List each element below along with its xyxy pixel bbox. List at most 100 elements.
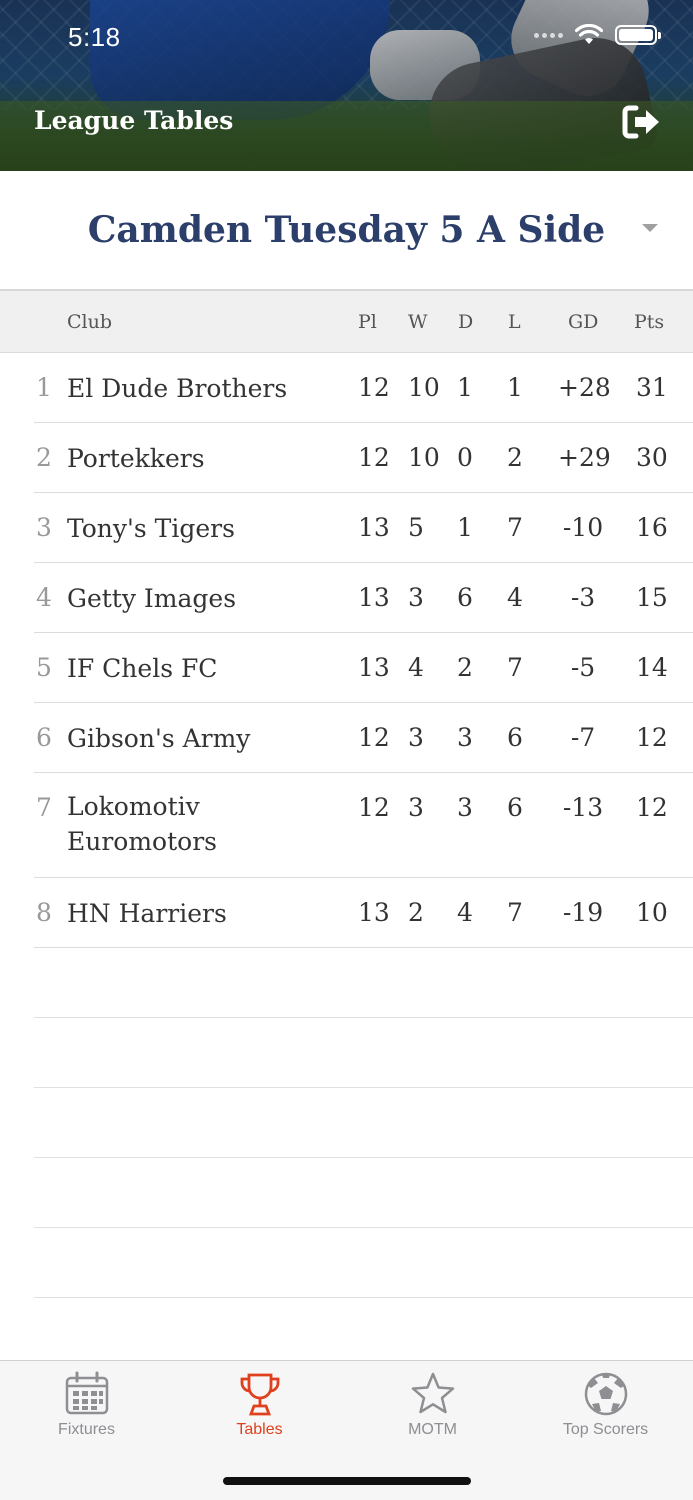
row-goal-difference: -19 [562,898,604,927]
row-drawn: 3 [457,723,473,752]
row-club: Getty Images [67,584,237,613]
row-lost: 6 [507,793,523,822]
logout-button[interactable] [622,104,662,140]
league-table: 1 El Dude Brothers 12 10 1 1 +28 31 2 Po… [0,353,693,1298]
row-position: 8 [36,898,52,927]
empty-row [0,1018,693,1088]
table-row[interactable]: 5 IF Chels FC 13 4 2 7 -5 14 [0,633,693,703]
logout-icon [622,105,659,139]
row-won: 5 [408,513,424,542]
tab-motm[interactable]: MOTM [346,1371,519,1439]
table-row[interactable]: 6 Gibson's Army 12 3 3 6 -7 12 [0,703,693,773]
row-club: El Dude Brothers [67,374,288,403]
row-goal-difference: -10 [562,513,604,542]
status-icons [534,24,661,46]
row-club: HN Harriers [67,899,227,928]
football-icon [584,1372,627,1416]
row-drawn: 1 [457,513,473,542]
home-indicator[interactable] [223,1477,471,1485]
table-row[interactable]: 8 HN Harriers 13 2 4 7 -19 10 [0,878,693,948]
row-goal-difference: -7 [570,723,596,752]
row-points: 10 [636,898,668,927]
empty-row [0,1158,693,1228]
row-lost: 6 [507,723,523,752]
cellular-signal-icon [534,32,563,38]
row-won: 3 [408,793,424,822]
row-played: 13 [358,513,390,542]
row-position: 4 [36,583,52,612]
row-goal-difference: -13 [562,793,604,822]
empty-row [0,1228,693,1298]
wifi-icon [575,24,603,44]
page-title: League Tables [34,106,234,135]
table-row[interactable]: 2 Portekkers 12 10 0 2 +29 30 [0,423,693,493]
row-points: 16 [636,513,668,542]
row-drawn: 3 [457,793,473,822]
table-row[interactable]: 3 Tony's Tigers 13 5 1 7 -10 16 [0,493,693,563]
row-drawn: 0 [457,443,473,472]
column-header-club: Club [67,311,113,333]
row-position: 1 [36,373,52,402]
league-name: Camden Tuesday 5 A Side [87,209,606,251]
column-header-gd: GD [568,311,599,333]
table-row[interactable]: 7 Lokomotiv Euromotors 12 3 3 6 -13 12 [0,773,693,878]
column-header-w: W [408,311,428,333]
row-position: 5 [36,653,52,682]
tab-top-scorers[interactable]: Top Scorers [519,1371,692,1439]
table-row[interactable]: 4 Getty Images 13 3 6 4 -3 15 [0,563,693,633]
tab-label-motm: MOTM [408,1421,457,1438]
row-won: 3 [408,583,424,612]
row-position: 3 [36,513,52,542]
tab-fixtures[interactable]: Fixtures [0,1371,173,1439]
chevron-down-icon [642,224,658,232]
row-won: 3 [408,723,424,752]
column-header-pl: Pl [358,311,377,333]
row-position: 2 [36,443,52,472]
row-club: Portekkers [67,444,205,473]
tab-tables[interactable]: Tables [173,1371,346,1439]
tab-label-fixtures: Fixtures [58,1421,115,1438]
star-icon [411,1372,454,1414]
row-won: 2 [408,898,424,927]
calendar-icon [65,1371,108,1415]
league-selector[interactable]: Camden Tuesday 5 A Side [0,171,693,291]
row-points: 15 [636,583,668,612]
row-position: 6 [36,723,52,752]
row-won: 4 [408,653,424,682]
table-row[interactable]: 1 El Dude Brothers 12 10 1 1 +28 31 [0,353,693,423]
row-goal-difference: -5 [570,653,596,682]
row-won: 10 [408,373,440,402]
row-drawn: 1 [457,373,473,402]
battery-icon [615,25,661,45]
row-played: 13 [358,653,390,682]
row-lost: 7 [507,653,523,682]
row-played: 12 [358,373,390,402]
row-lost: 1 [507,373,523,402]
row-club: Tony's Tigers [67,514,235,543]
row-goal-difference: -3 [570,583,596,612]
row-position: 7 [36,793,52,822]
table-header: Club Pl W D L GD Pts [0,291,693,353]
trophy-icon [240,1373,279,1416]
row-played: 12 [358,793,390,822]
header-banner: 5:18 League Tables [0,0,693,171]
row-club: Gibson's Army [67,724,251,753]
row-goal-difference: +29 [558,443,611,472]
row-lost: 2 [507,443,523,472]
row-drawn: 6 [457,583,473,612]
row-points: 12 [636,793,668,822]
row-lost: 4 [507,583,523,612]
column-header-l: L [508,311,521,333]
column-header-d: D [458,311,474,333]
row-drawn: 4 [457,898,473,927]
empty-row [0,948,693,1018]
row-points: 30 [636,443,668,472]
row-goal-difference: +28 [558,373,611,402]
row-points: 14 [636,653,668,682]
row-points: 31 [636,373,668,402]
column-header-pts: Pts [634,311,665,333]
tab-label-top-scorers: Top Scorers [562,1421,649,1438]
row-played: 13 [358,583,390,612]
row-won: 10 [408,443,440,472]
row-played: 12 [358,443,390,472]
